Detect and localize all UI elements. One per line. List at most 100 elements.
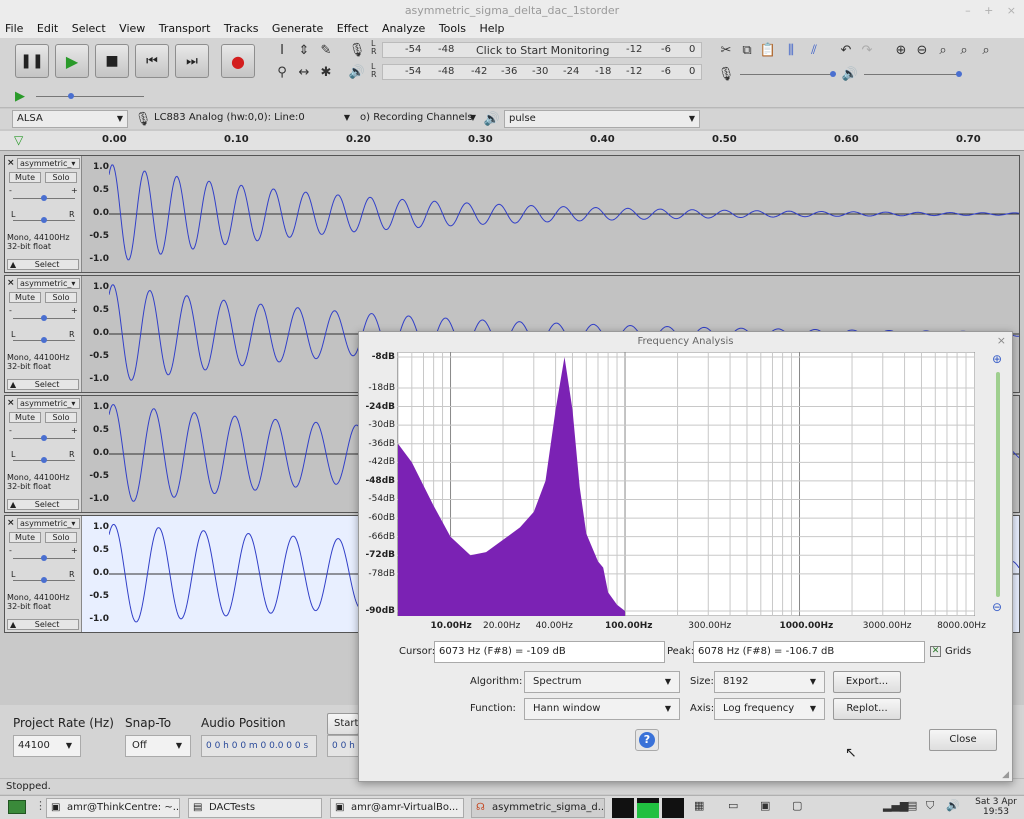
track-name-menu[interactable]: asymmetric_▾ — [17, 398, 80, 409]
zoom-out-icon[interactable]: ⊖ — [992, 600, 1002, 614]
solo-button[interactable]: Solo — [45, 172, 77, 183]
solo-button[interactable]: Solo — [45, 292, 77, 303]
mute-button[interactable]: Mute — [9, 172, 41, 183]
track-name-menu[interactable]: asymmetric_▾ — [17, 278, 80, 289]
menu-view[interactable]: View — [114, 22, 150, 36]
replot-button[interactable]: Replot... — [833, 698, 901, 720]
cut-icon[interactable]: ✂ — [716, 40, 736, 60]
playback-meter[interactable]: -54 -48 -42 -36 -30 -24 -18 -12 -6 0 — [382, 64, 702, 80]
input-device-select[interactable]: LC883 Analog (hw:0,0): Line:0 ▼ — [150, 110, 354, 128]
play-button[interactable]: ▶ — [55, 44, 89, 78]
draw-tool-icon[interactable]: ✎ — [316, 40, 336, 60]
play-speed-slider[interactable] — [36, 93, 144, 99]
task-dactests[interactable]: ▤ DACTests — [188, 798, 322, 818]
close-button[interactable]: Close — [929, 729, 997, 751]
play-at-speed-icon[interactable]: ▶ — [10, 86, 30, 106]
window-function-select[interactable]: Hann window ▼ — [524, 698, 680, 720]
vertical-zoom-slider[interactable] — [996, 372, 1000, 597]
menu-generate[interactable]: Generate — [267, 22, 328, 36]
record-meter[interactable]: -54 -48 Click to Start Monitoring -12 -6… — [382, 42, 702, 58]
close-track-icon[interactable]: × — [7, 398, 15, 408]
gain-slider[interactable] — [13, 195, 75, 201]
playback-volume-slider[interactable] — [864, 71, 962, 77]
stop-button[interactable]: ■ — [95, 44, 129, 78]
dialog-close-icon[interactable]: × — [997, 334, 1006, 347]
select-track-button[interactable]: ▲ Select — [7, 499, 79, 510]
track-name-menu[interactable]: asymmetric_▾ — [17, 158, 80, 169]
fit-project-icon[interactable]: ⌕ — [954, 40, 974, 60]
skip-start-button[interactable]: ⏮ — [135, 44, 169, 78]
tray-monitor-icon[interactable]: ▣ — [760, 799, 770, 812]
start-end-select[interactable]: Start — [327, 713, 359, 735]
tray-window-icon[interactable]: ▢ — [792, 799, 802, 812]
menu-analyze[interactable]: Analyze — [377, 22, 430, 36]
grids-checkbox[interactable]: ✕ — [930, 646, 941, 657]
minimize-button[interactable]: – — [965, 4, 971, 17]
pan-slider[interactable] — [13, 457, 75, 463]
task-terminal-1[interactable]: ▣ amr@ThinkCentre: ~... — [46, 798, 180, 818]
menu-effect[interactable]: Effect — [332, 22, 374, 36]
audio-position-field[interactable]: 0 0 h 0 0 m 0 0.0 0 0 s — [201, 735, 317, 757]
menu-tools[interactable]: Tools — [434, 22, 471, 36]
zoom-out-icon[interactable]: ⊖ — [912, 40, 932, 60]
pause-button[interactable]: ❚❚ — [15, 44, 49, 78]
selection-tool-icon[interactable]: I — [272, 40, 292, 60]
algorithm-select[interactable]: Spectrum ▼ — [524, 671, 680, 693]
play-meter-speaker-icon[interactable]: 🔊 — [347, 62, 367, 82]
menu-transport[interactable]: Transport — [154, 22, 216, 36]
maximize-button[interactable]: + — [984, 4, 993, 17]
solo-button[interactable]: Solo — [45, 532, 77, 543]
zoom-toggle-icon[interactable]: ⌕ — [976, 40, 996, 60]
menu-edit[interactable]: Edit — [32, 22, 63, 36]
task-audacity[interactable]: ☊ asymmetric_sigma_d... — [471, 798, 605, 818]
shield-icon[interactable]: ⛉ — [926, 799, 934, 813]
snap-to-select[interactable]: Off ▼ — [125, 735, 191, 757]
selection-start-field[interactable]: 0 0 h — [327, 735, 359, 757]
clipboard-icon[interactable]: ▤ — [907, 799, 917, 812]
envelope-tool-icon[interactable]: ⇕ — [294, 40, 314, 60]
output-device-select[interactable]: pulse ▼ — [504, 110, 700, 128]
close-track-icon[interactable]: × — [7, 278, 15, 288]
skip-end-button[interactable]: ⏭ — [175, 44, 209, 78]
spectrum-plot[interactable] — [397, 352, 975, 616]
solo-button[interactable]: Solo — [45, 412, 77, 423]
axis-select[interactable]: Log frequency ▼ — [714, 698, 825, 720]
menu-tracks[interactable]: Tracks — [219, 22, 264, 36]
gain-slider[interactable] — [13, 555, 75, 561]
menu-file[interactable]: File — [0, 22, 28, 36]
project-rate-select[interactable]: 44100 ▼ — [13, 735, 81, 757]
select-track-button[interactable]: ▲ Select — [7, 379, 79, 390]
close-track-icon[interactable]: × — [7, 518, 15, 528]
waveform[interactable] — [109, 156, 1019, 272]
record-volume-slider[interactable] — [740, 71, 836, 77]
close-window-button[interactable]: × — [1007, 4, 1016, 17]
export-button[interactable]: Export... — [833, 671, 901, 693]
record-button[interactable]: ● — [221, 44, 255, 78]
volume-icon[interactable]: 🔊 — [946, 799, 960, 812]
undo-icon[interactable]: ↶ — [836, 40, 856, 60]
select-track-button[interactable]: ▲ Select — [7, 619, 79, 630]
tray-folder-icon[interactable]: ▭ — [728, 799, 738, 812]
mute-button[interactable]: Mute — [9, 292, 41, 303]
silence-icon[interactable]: ⫽ — [804, 40, 824, 60]
gain-slider[interactable] — [13, 435, 75, 441]
size-select[interactable]: 8192 ▼ — [714, 671, 825, 693]
audio-host-select[interactable]: ALSA ▼ — [12, 110, 128, 128]
paste-icon[interactable]: 📋 — [758, 40, 778, 60]
mute-button[interactable]: Mute — [9, 532, 41, 543]
fit-selection-icon[interactable]: ⌕ — [933, 40, 953, 60]
copy-icon[interactable]: ⧉ — [737, 40, 757, 60]
timeline-ruler[interactable]: ▽ 0.00 0.10 0.20 0.30 0.40 0.50 0.60 0.7… — [0, 131, 1024, 151]
mute-button[interactable]: Mute — [9, 412, 41, 423]
zoom-in-icon[interactable]: ⊕ — [891, 40, 911, 60]
timeshift-tool-icon[interactable]: ↔ — [294, 62, 314, 82]
menu-help[interactable]: Help — [474, 22, 509, 36]
start-menu-icon[interactable] — [8, 800, 26, 814]
help-button[interactable]: ? — [635, 729, 659, 751]
recording-channels-select[interactable]: o) Recording Channels ▼ — [356, 110, 480, 128]
zoom-tool-icon[interactable]: ⚲ — [272, 62, 292, 82]
close-track-icon[interactable]: × — [7, 158, 15, 168]
signal-icon[interactable]: ▂▄▆ — [883, 799, 908, 812]
select-track-button[interactable]: ▲ Select — [7, 259, 79, 270]
pan-slider[interactable] — [13, 337, 75, 343]
